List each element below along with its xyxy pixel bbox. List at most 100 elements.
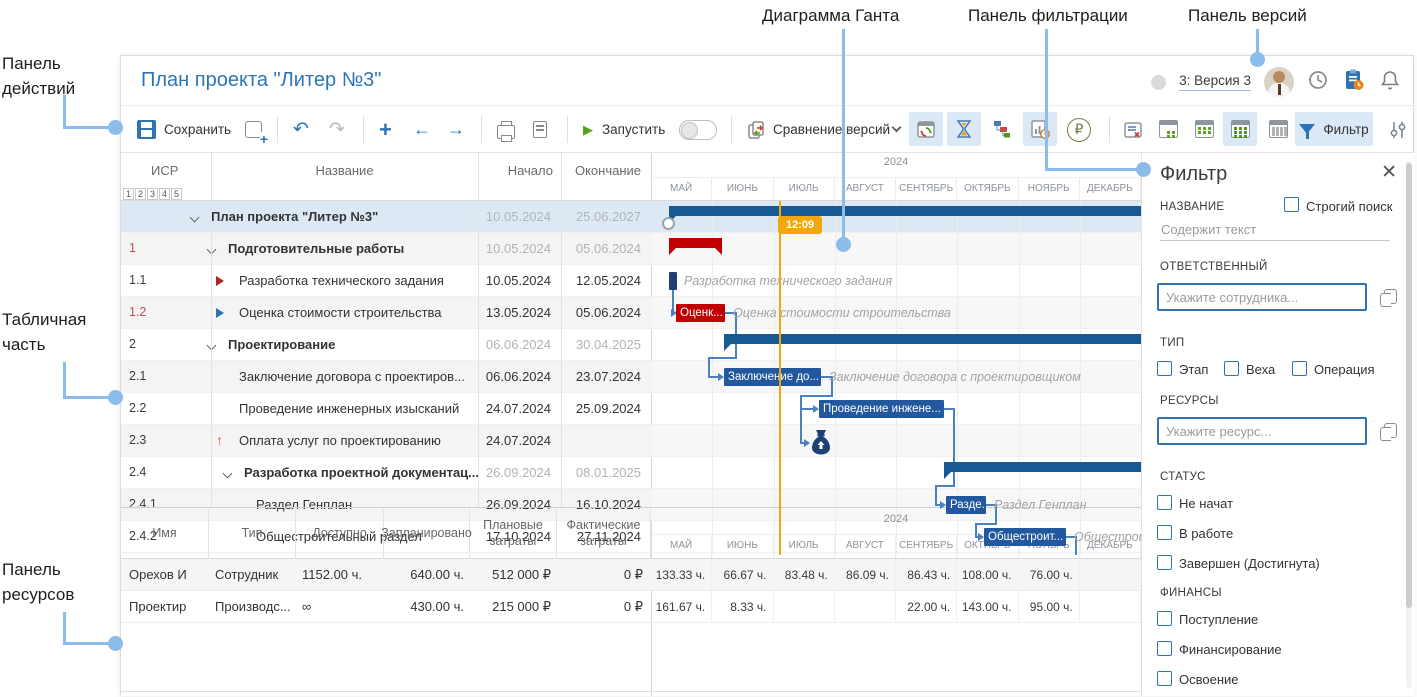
- outdent-button[interactable]: ←: [413, 106, 431, 153]
- task-row[interactable]: 2.4Разработка проектной документац...26.…: [121, 457, 651, 489]
- task-wbs: 1: [129, 241, 136, 255]
- summary-bar[interactable]: [669, 206, 1141, 216]
- checkbox[interactable]: [1157, 641, 1172, 656]
- scale-week-button[interactable]: [1187, 112, 1221, 146]
- scale-day-button[interactable]: [1151, 112, 1185, 146]
- task-row[interactable]: 1.2Оценка стоимости строительства13.05.2…: [121, 297, 651, 329]
- resource-available: 1152.00 ч.: [302, 567, 382, 582]
- level-button[interactable]: 1: [123, 188, 134, 200]
- resource-column-header[interactable]: Доступно: [296, 509, 384, 559]
- task-bar[interactable]: Заключение до...: [724, 368, 821, 386]
- task-row[interactable]: 2.3↑Оплата услуг по проектированию24.07.…: [121, 425, 651, 457]
- replan-calendar-button[interactable]: [909, 112, 943, 146]
- scale-year-button[interactable]: [1261, 112, 1295, 146]
- task-row[interactable]: 2.2Проведение инженерных изысканий24.07.…: [121, 393, 651, 425]
- scale-month-button[interactable]: [1223, 112, 1257, 146]
- task-start-date: 10.05.2024: [478, 273, 551, 288]
- save-button-label[interactable]: Сохранить: [164, 106, 231, 153]
- copy-plan-button[interactable]: [245, 106, 262, 153]
- checkbox[interactable]: [1157, 611, 1172, 626]
- checkbox[interactable]: [1292, 361, 1307, 376]
- resource-input[interactable]: [1157, 417, 1367, 445]
- hourglass-button[interactable]: [947, 112, 981, 146]
- settings-sliders-icon[interactable]: [1387, 106, 1409, 153]
- finance-ruble-button[interactable]: ₽: [1067, 106, 1091, 153]
- column-start[interactable]: Начало: [478, 163, 553, 178]
- checkbox[interactable]: [1157, 361, 1172, 376]
- resource-column-header[interactable]: Имя: [121, 509, 209, 559]
- task-bar[interactable]: [669, 272, 677, 290]
- copy-icon[interactable]: [1384, 423, 1397, 438]
- checkbox[interactable]: [1157, 495, 1172, 510]
- checkbox[interactable]: [1157, 671, 1172, 686]
- checkbox[interactable]: [1224, 361, 1239, 376]
- task-row[interactable]: 1.1Разработка технического задания10.05.…: [121, 265, 651, 297]
- summary-bar[interactable]: [944, 462, 1141, 472]
- responsible-input[interactable]: [1157, 283, 1367, 311]
- resource-row[interactable]: Орехов ИСотрудник1152.00 ч.640.00 ч.512 …: [121, 559, 651, 591]
- column-wbs[interactable]: ИСР: [151, 163, 178, 178]
- redo-button[interactable]: ↷: [329, 106, 345, 153]
- run-button-label[interactable]: Запустить: [602, 106, 665, 153]
- compare-versions-label[interactable]: Сравнение версий: [773, 106, 890, 153]
- resource-column-header[interactable]: Плановые затраты: [470, 509, 557, 559]
- undo-button[interactable]: ↶: [293, 106, 309, 153]
- indent-button[interactable]: →: [447, 106, 465, 153]
- scrollbar-thumb[interactable]: [1406, 163, 1412, 608]
- project-start-marker[interactable]: [662, 217, 675, 230]
- task-bar[interactable]: Проведение инжене...: [819, 400, 944, 418]
- callout-line: [842, 29, 845, 239]
- level-button[interactable]: 4: [159, 188, 170, 200]
- copy-icon[interactable]: [1384, 289, 1397, 304]
- summary-bar[interactable]: [724, 334, 1141, 344]
- task-wbs: 2.4: [129, 465, 146, 479]
- baseline-toggle[interactable]: [679, 106, 717, 153]
- avatar[interactable]: [1264, 67, 1294, 97]
- resource-column-header[interactable]: Тип: [209, 509, 296, 559]
- task-bar[interactable]: Общестроит...: [984, 528, 1066, 546]
- level-button[interactable]: 5: [171, 188, 182, 200]
- filter-button[interactable]: Фильтр: [1295, 112, 1373, 146]
- level-button[interactable]: 2: [135, 188, 146, 200]
- save-button[interactable]: [137, 106, 156, 153]
- report-clock-icon[interactable]: [1342, 68, 1366, 97]
- task-row[interactable]: 1Подготовительные работы10.05.202405.06.…: [121, 233, 651, 265]
- column-end[interactable]: Окончание: [561, 163, 641, 178]
- task-bar-label: Разработка технического задания: [684, 274, 892, 288]
- printer-icon: [497, 125, 515, 139]
- hide-table-button[interactable]: [1123, 106, 1143, 153]
- current-time-line: [779, 201, 781, 555]
- links-hierarchy-button[interactable]: [985, 112, 1019, 146]
- chevron-down-icon[interactable]: [223, 469, 233, 479]
- checkbox[interactable]: [1157, 525, 1172, 540]
- resource-month-value: [1080, 591, 1141, 622]
- run-play-icon[interactable]: ▶: [583, 106, 593, 153]
- chevron-down-icon[interactable]: [893, 106, 900, 153]
- level-buttons[interactable]: 12345: [123, 188, 182, 200]
- column-name[interactable]: Название: [211, 163, 478, 178]
- progress-report-button[interactable]: [1023, 112, 1057, 146]
- resource-row[interactable]: ПроектирПроизводс...∞430.00 ч.215 000 ₽0…: [121, 591, 651, 623]
- annotation-filter-panel: Панель фильтрации: [968, 4, 1128, 29]
- compare-versions-icon[interactable]: [747, 106, 767, 153]
- copy-button[interactable]: [533, 106, 547, 153]
- summary-bar[interactable]: [669, 238, 722, 248]
- task-bar[interactable]: Оценк...: [676, 304, 725, 322]
- close-icon[interactable]: ✕: [1381, 163, 1397, 182]
- strict-search-checkbox[interactable]: [1284, 197, 1299, 212]
- notifications-bell-icon[interactable]: [1379, 69, 1401, 96]
- history-icon[interactable]: [1307, 69, 1329, 96]
- resource-column-header[interactable]: Фактические затраты: [557, 509, 651, 559]
- print-button[interactable]: [497, 106, 515, 153]
- task-row[interactable]: 2Проектирование06.06.202430.04.2025: [121, 329, 651, 361]
- task-row[interactable]: 2.1Заключение договора с проектиров...06…: [121, 361, 651, 393]
- resource-column-header[interactable]: Запланировано: [384, 509, 470, 559]
- checkbox[interactable]: [1157, 555, 1172, 570]
- task-bar[interactable]: Разде...: [946, 496, 986, 514]
- version-selector[interactable]: 3: Версия 3: [1179, 73, 1251, 91]
- task-row[interactable]: План проекта "Литер №3"10.05.202425.06.2…: [121, 201, 651, 233]
- chevron-down-icon[interactable]: [190, 213, 200, 223]
- level-button[interactable]: 3: [147, 188, 158, 200]
- add-task-button[interactable]: +: [379, 106, 392, 153]
- contains-text-input[interactable]: [1160, 219, 1390, 241]
